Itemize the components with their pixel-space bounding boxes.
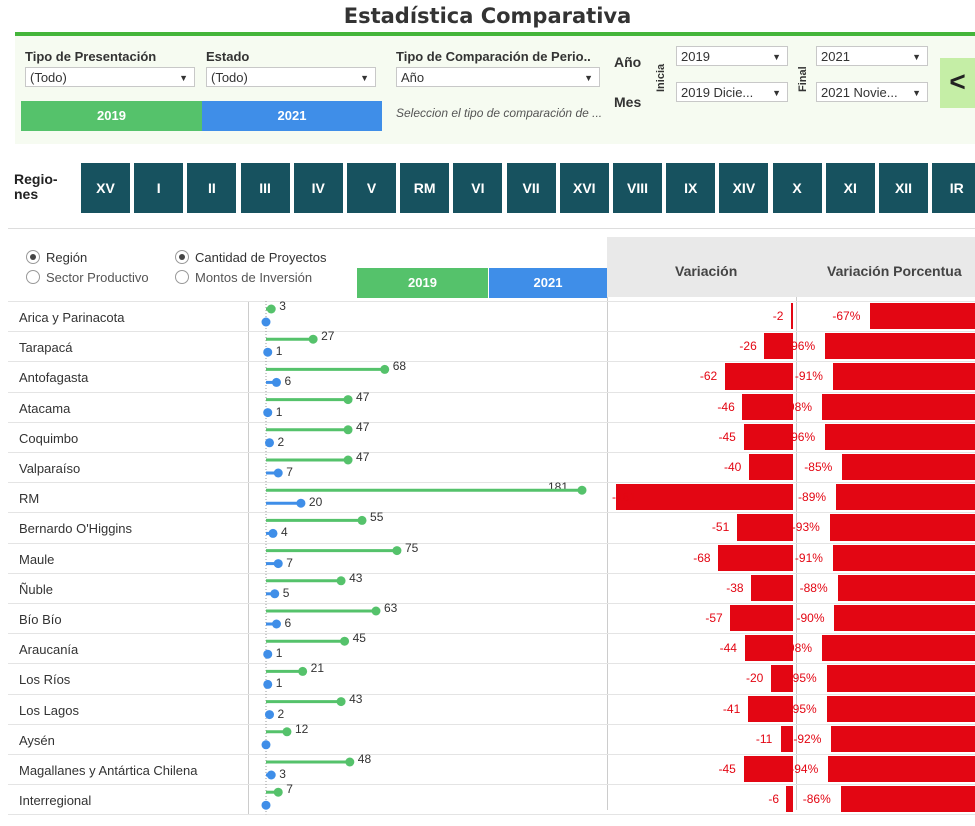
point-2019[interactable]	[298, 666, 308, 676]
point-2019[interactable]	[343, 425, 353, 435]
point-2019[interactable]	[273, 787, 283, 797]
point-2021[interactable]	[264, 438, 274, 448]
point-2019[interactable]	[577, 485, 587, 495]
point-2021[interactable]	[266, 770, 276, 780]
point-2021[interactable]	[263, 649, 273, 659]
point-2021[interactable]	[270, 589, 280, 599]
point-2019[interactable]	[308, 334, 318, 344]
point-2019[interactable]	[336, 576, 346, 586]
point-2021[interactable]	[273, 468, 283, 478]
point-2021[interactable]	[261, 740, 271, 750]
point-2019[interactable]	[343, 395, 353, 405]
point-2021[interactable]	[271, 619, 281, 629]
point-2021[interactable]	[268, 528, 278, 538]
point-2019[interactable]	[380, 364, 390, 374]
point-2021[interactable]	[263, 347, 273, 357]
point-2021[interactable]	[261, 317, 271, 327]
point-2019[interactable]	[357, 515, 367, 525]
point-2019[interactable]	[345, 757, 355, 767]
point-2021[interactable]	[271, 377, 281, 387]
point-2021[interactable]	[296, 498, 306, 508]
point-2021[interactable]	[261, 800, 271, 810]
point-2019[interactable]	[371, 606, 381, 616]
point-2019[interactable]	[336, 697, 346, 707]
point-2021[interactable]	[273, 559, 283, 569]
point-2019[interactable]	[282, 727, 292, 737]
lollipop-chart	[261, 301, 587, 815]
point-2021[interactable]	[264, 710, 274, 720]
point-2019[interactable]	[392, 546, 402, 556]
point-2019[interactable]	[343, 455, 353, 465]
point-2019[interactable]	[266, 304, 276, 314]
point-2021[interactable]	[263, 408, 273, 418]
point-2021[interactable]	[263, 679, 273, 689]
point-2019[interactable]	[340, 636, 350, 646]
